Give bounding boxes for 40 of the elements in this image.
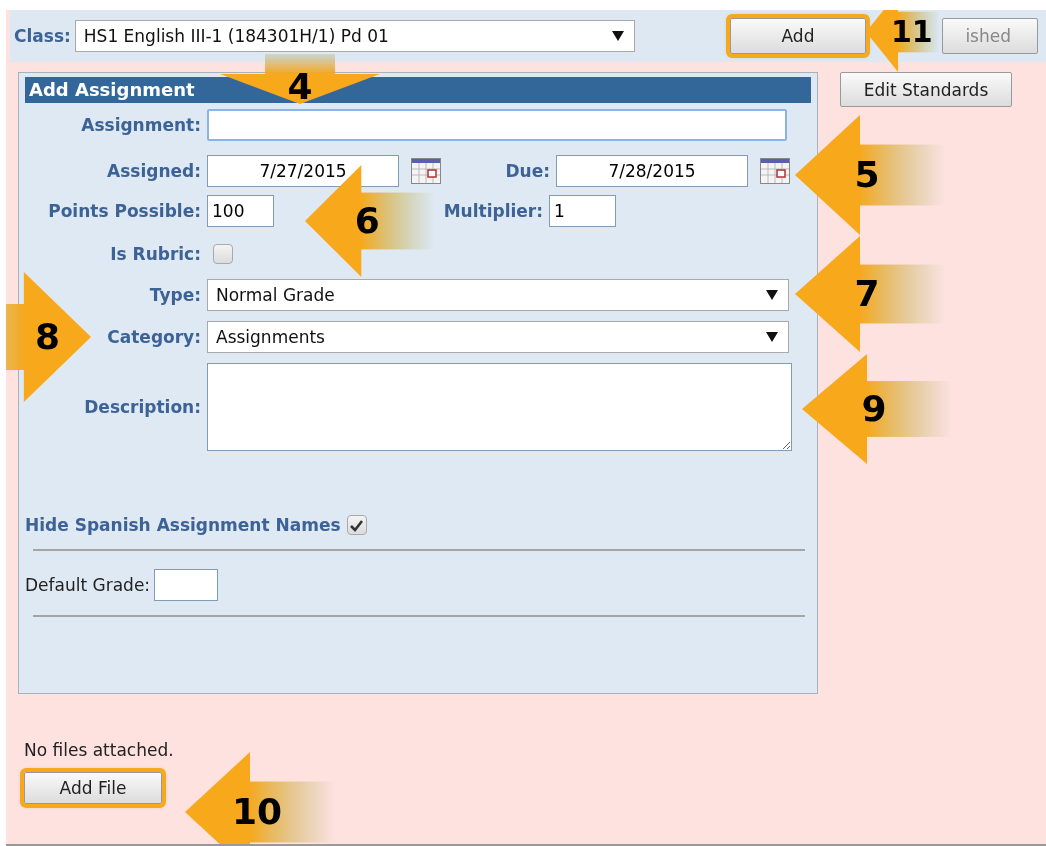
field-label: Assignment: xyxy=(81,115,201,135)
field-label: Category: xyxy=(107,327,201,347)
grade-field[interactable] xyxy=(154,569,219,601)
number-field[interactable]: 100 xyxy=(207,195,274,227)
calendar-icon[interactable] xyxy=(411,158,441,184)
checkbox-label: Hide Spanish Assignment Names xyxy=(25,515,341,535)
field-label: Is Rubric: xyxy=(110,244,201,264)
field-label: Assigned: xyxy=(107,161,201,181)
caret-icon xyxy=(766,290,778,300)
callout-number: 8 xyxy=(35,319,61,355)
field-label: Points Possible: xyxy=(48,201,201,221)
field-label: Due: xyxy=(505,161,550,181)
date-field[interactable]: 7/28/2015 xyxy=(556,155,748,187)
date-field[interactable]: 7/27/2015 xyxy=(207,155,399,187)
callout-number: 9 xyxy=(861,391,887,427)
callout-number: 11 xyxy=(891,17,933,47)
class-dropdown[interactable]: HS1 English III-1 (184301H/1) Pd 01 xyxy=(74,20,635,52)
text-area[interactable] xyxy=(207,363,792,451)
callout-number: 5 xyxy=(854,157,880,193)
number-field[interactable]: 1 xyxy=(549,195,616,227)
calendar-icon[interactable] xyxy=(760,158,790,184)
callout-number: 10 xyxy=(231,794,283,830)
button[interactable]: Edit Standards xyxy=(840,72,1012,107)
dropdown[interactable]: Assignments xyxy=(207,321,789,353)
callout-number: 6 xyxy=(354,203,380,239)
field-label: Description: xyxy=(84,397,201,417)
check-icon xyxy=(349,518,365,532)
field-label: Type: xyxy=(149,285,201,305)
class-label: Class: xyxy=(14,26,71,46)
checkbox[interactable] xyxy=(213,244,233,264)
dropdown[interactable]: Normal Grade xyxy=(207,279,789,311)
callout-number: 4 xyxy=(287,69,313,105)
field-label: Multiplier: xyxy=(443,201,543,221)
text-field[interactable] xyxy=(207,109,787,141)
callout-number: 7 xyxy=(854,276,880,312)
caret-icon xyxy=(611,31,624,41)
checkbox[interactable] xyxy=(346,515,367,535)
status-text: No files attached. xyxy=(24,740,175,760)
field-label: Default Grade: xyxy=(25,575,151,595)
caret-icon xyxy=(766,332,778,342)
